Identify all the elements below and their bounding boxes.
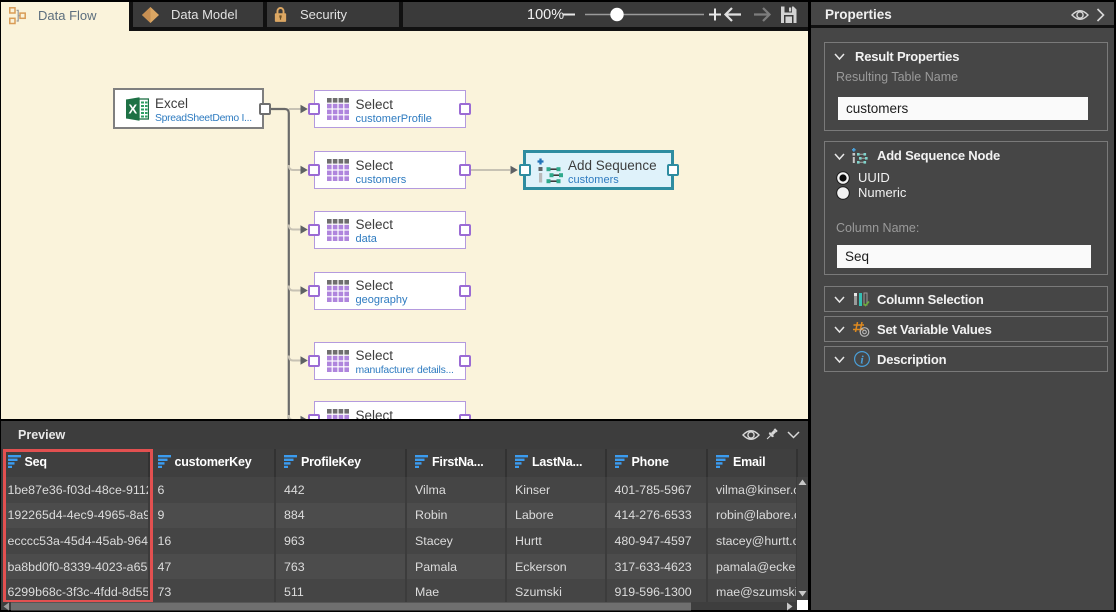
svg-text:X: X xyxy=(128,101,137,116)
svg-text:i: i xyxy=(860,352,864,366)
